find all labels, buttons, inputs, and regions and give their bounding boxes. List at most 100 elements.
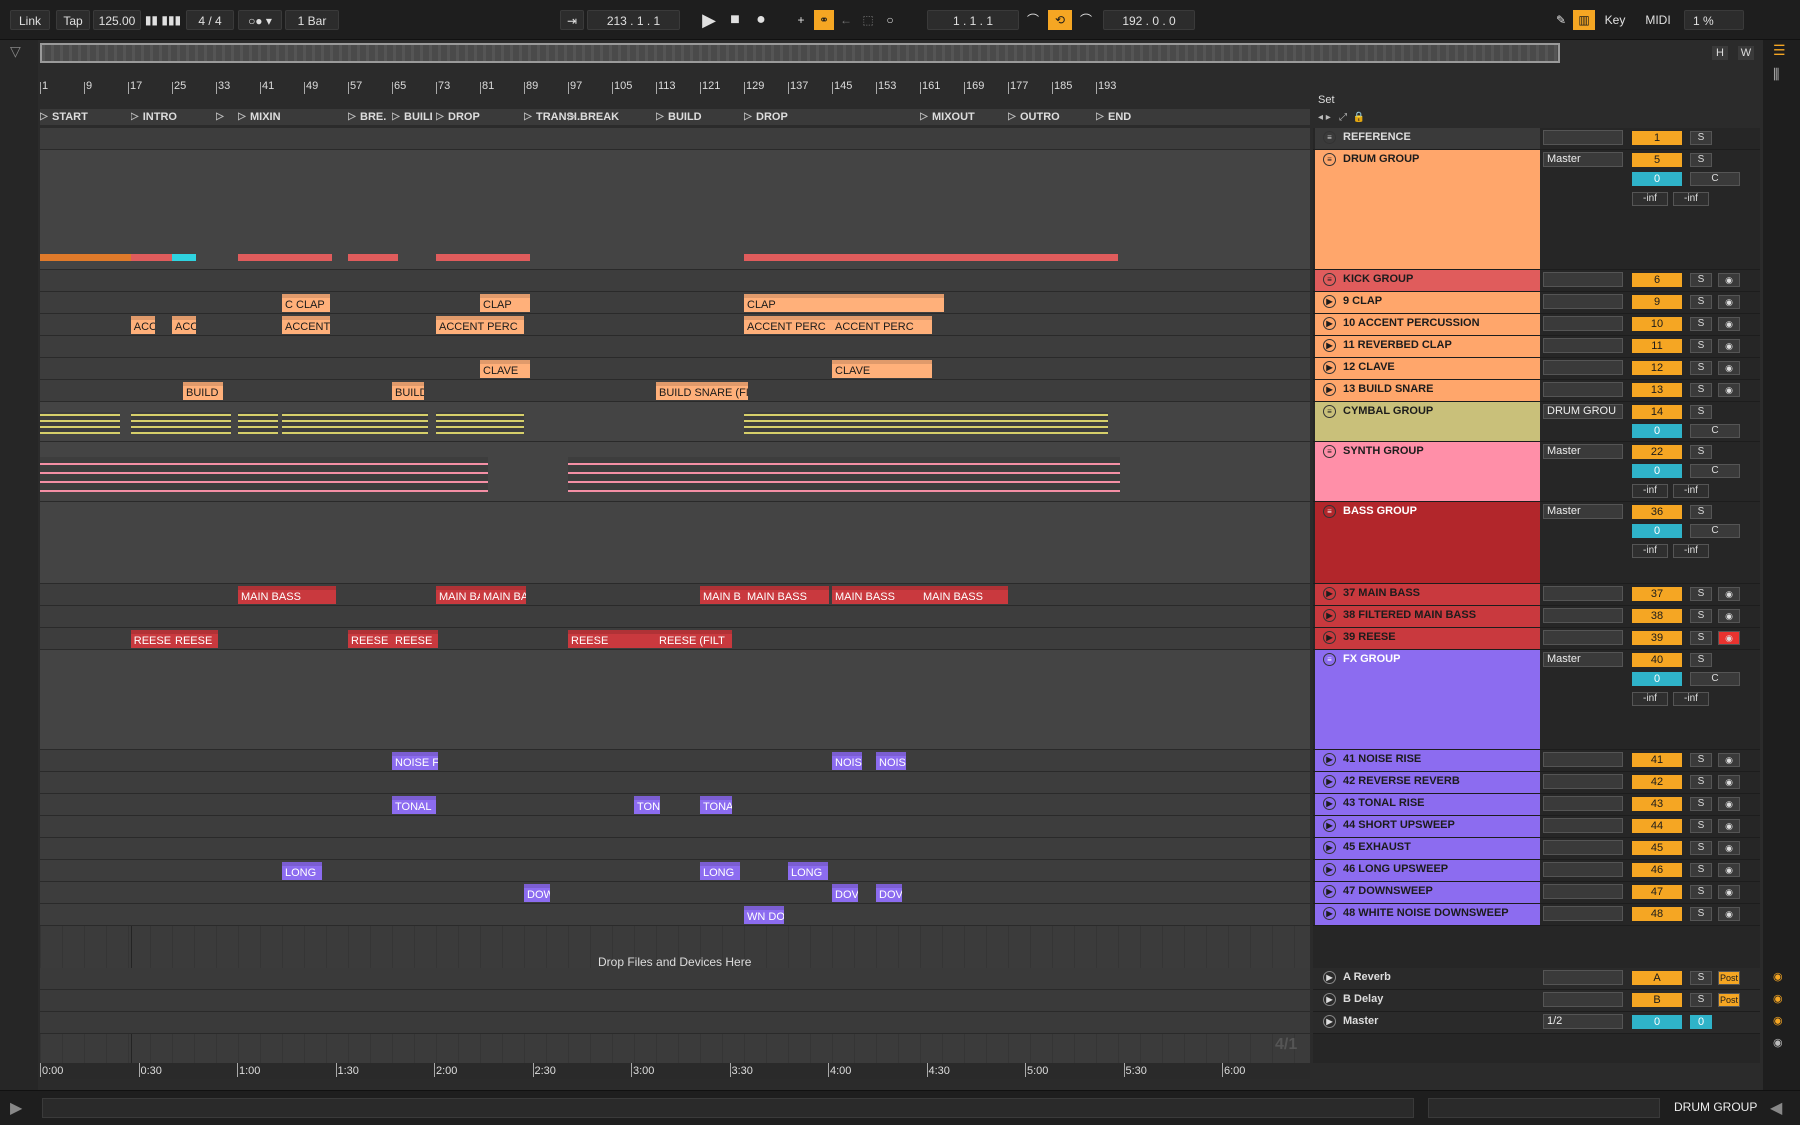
menu-icon[interactable]: ☰: [1773, 42, 1786, 59]
track-header[interactable]: ▶ 13 BUILD SNARE 13 S ◉: [1313, 380, 1760, 402]
track-header[interactable]: ▶ 41 NOISE RISE 41 S ◉: [1313, 750, 1760, 772]
track-activator[interactable]: 48: [1632, 907, 1682, 921]
track-activator[interactable]: 10: [1632, 317, 1682, 331]
clip[interactable]: WN DO: [744, 906, 784, 924]
track-activator[interactable]: 40: [1632, 653, 1682, 667]
capture-icon[interactable]: ⬚: [858, 10, 878, 30]
song-position-field[interactable]: 213 . 1 . 1: [587, 10, 680, 30]
clip[interactable]: DOW: [524, 884, 550, 902]
pan-field[interactable]: 0: [1632, 524, 1682, 538]
clip[interactable]: BUILD: [392, 382, 424, 400]
loop-switch-icon[interactable]: ⟲: [1048, 10, 1072, 30]
track-lane[interactable]: [40, 882, 1310, 904]
locator[interactable]: MIXOUT: [920, 109, 1000, 125]
track-header[interactable]: ≡ DRUM GROUP Master 5 S 0 C -inf -inf: [1313, 150, 1760, 270]
solo-button[interactable]: S: [1690, 317, 1712, 331]
track-name[interactable]: ▶ 37 MAIN BASS: [1315, 584, 1540, 605]
return-track-header[interactable]: ▶ B Delay B S Post: [1313, 990, 1760, 1012]
clip[interactable]: REESE (FILT: [656, 630, 732, 648]
track-name[interactable]: ▶ 42 REVERSE REVERB: [1315, 772, 1540, 793]
return-track-header[interactable]: ▶ Master 1/2 0 0: [1313, 1012, 1760, 1034]
clip[interactable]: LONG: [788, 862, 828, 880]
arm-button[interactable]: ◉: [1718, 361, 1740, 375]
returns-icon[interactable]: ◉: [1773, 992, 1783, 1005]
solo-button[interactable]: S: [1690, 753, 1712, 767]
output-routing-menu[interactable]: [1543, 992, 1623, 1007]
output-routing-menu[interactable]: [1543, 630, 1623, 645]
arm-button[interactable]: ◉: [1718, 317, 1740, 331]
arrangement-view[interactable]: C CLAP ACC ACC ACCENT ACCENT PERC CLAP CLAP ACC…: [40, 128, 1310, 1063]
kick-clip[interactable]: [436, 254, 486, 261]
solo-button[interactable]: S: [1690, 653, 1712, 667]
time-signature-field[interactable]: 4 / 4: [186, 10, 234, 30]
track-header[interactable]: ▶ 43 TONAL RISE 43 S ◉: [1313, 794, 1760, 816]
link-button[interactable]: Link: [10, 10, 50, 30]
track-fold-icon[interactable]: ▶: [1323, 971, 1336, 984]
solo-button[interactable]: S: [1690, 273, 1712, 287]
clip[interactable]: TONA: [700, 796, 732, 814]
clip[interactable]: CLAVE: [832, 360, 932, 378]
track-activator[interactable]: 22: [1632, 445, 1682, 459]
track-activator[interactable]: 47: [1632, 885, 1682, 899]
solo-button[interactable]: S: [1690, 775, 1712, 789]
track-fold-icon[interactable]: ▶: [1323, 339, 1336, 352]
kick-clip[interactable]: [282, 254, 332, 261]
synth-clip[interactable]: [348, 457, 488, 492]
track-activator[interactable]: 36: [1632, 505, 1682, 519]
add-icon[interactable]: +: [791, 10, 811, 30]
cymbal-clip[interactable]: [436, 412, 524, 434]
browser-toggle-icon[interactable]: ▽: [10, 43, 21, 60]
track-activator[interactable]: B: [1632, 993, 1682, 1007]
track-activator[interactable]: 13: [1632, 383, 1682, 397]
output-routing-menu[interactable]: Master: [1543, 152, 1623, 167]
track-activator[interactable]: 1: [1632, 131, 1682, 145]
pan-field[interactable]: 0: [1632, 672, 1682, 686]
clip[interactable]: ACCENT PERC: [436, 316, 524, 334]
track-lane[interactable]: [40, 606, 1310, 628]
clip-view-icon[interactable]: ⫼: [1773, 66, 1779, 83]
arm-button[interactable]: ◉: [1718, 775, 1740, 789]
synth-clip[interactable]: [568, 457, 768, 492]
kick-clip[interactable]: [832, 254, 922, 261]
track-header[interactable]: ▶ 37 MAIN BASS 37 S ◉: [1313, 584, 1760, 606]
clip[interactable]: ACC: [130, 316, 155, 334]
track-fold-icon[interactable]: ▶: [1323, 797, 1336, 810]
center-button[interactable]: C: [1690, 464, 1740, 478]
locator[interactable]: END: [1096, 109, 1136, 125]
solo-button[interactable]: S: [1690, 295, 1712, 309]
track-activator[interactable]: 11: [1632, 339, 1682, 353]
group-fold-icon[interactable]: ≡: [1323, 653, 1336, 666]
kick-clip[interactable]: [920, 254, 1010, 261]
clip[interactable]: ACCENT PERC: [744, 316, 844, 334]
center-button[interactable]: C: [1690, 524, 1740, 538]
clip[interactable]: TON: [634, 796, 660, 814]
mixer-icon[interactable]: ◉: [1773, 1014, 1783, 1027]
track-lane[interactable]: [40, 358, 1310, 380]
time-ruler[interactable]: 0:00 0:30 1:00 1:30 2:00 2:30 3:00 3:30 4:00 4:30…: [40, 1063, 1310, 1079]
group-fold-icon[interactable]: ≡: [1323, 131, 1336, 144]
arm-button[interactable]: ◉: [1718, 797, 1740, 811]
return-track-name[interactable]: ▶ B Delay: [1315, 990, 1540, 1011]
track-activator[interactable]: 41: [1632, 753, 1682, 767]
master-pan-field[interactable]: 0: [1690, 1015, 1712, 1029]
output-routing-menu[interactable]: [1543, 906, 1623, 921]
track-header[interactable]: ▶ 10 ACCENT PERCUSSION 10 S ◉: [1313, 314, 1760, 336]
track-name[interactable]: ▶ 38 FILTERED MAIN BASS: [1315, 606, 1540, 627]
session-record-icon[interactable]: ○: [880, 10, 900, 30]
track-activator[interactable]: 6: [1632, 273, 1682, 287]
solo-button[interactable]: S: [1690, 153, 1712, 167]
track-header[interactable]: ▶ 11 REVERBED CLAP 11 S ◉: [1313, 336, 1760, 358]
track-lane[interactable]: [40, 838, 1310, 860]
track-lane[interactable]: [40, 772, 1310, 794]
track-lane[interactable]: [40, 128, 1310, 150]
solo-button[interactable]: S: [1690, 971, 1712, 985]
solo-button[interactable]: S: [1690, 405, 1712, 419]
return-lane[interactable]: [40, 1012, 1310, 1034]
track-lane[interactable]: [40, 816, 1310, 838]
solo-button[interactable]: S: [1690, 609, 1712, 623]
arm-button[interactable]: ◉: [1718, 273, 1740, 287]
track-activator[interactable]: 37: [1632, 587, 1682, 601]
arm-button[interactable]: ◉: [1718, 383, 1740, 397]
track-activator[interactable]: 5: [1632, 153, 1682, 167]
group-fold-icon[interactable]: ≡: [1323, 445, 1336, 458]
